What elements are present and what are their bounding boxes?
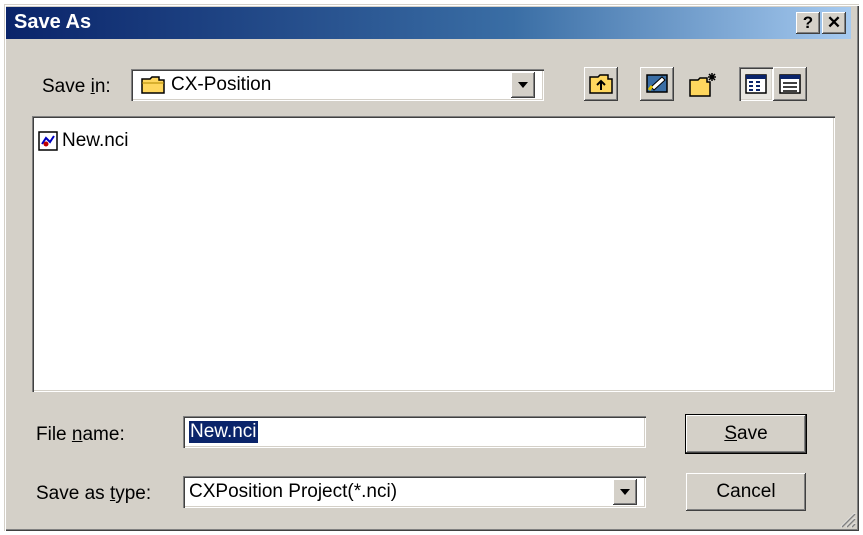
folder-icon bbox=[141, 76, 165, 94]
cancel-button[interactable]: Cancel bbox=[686, 473, 806, 511]
save-in-dropdown-button[interactable] bbox=[511, 72, 535, 98]
save-in-label: Save in: bbox=[42, 76, 111, 97]
save-button[interactable]: Save bbox=[686, 415, 806, 453]
new-folder-icon bbox=[689, 73, 716, 97]
up-folder-icon bbox=[589, 74, 613, 94]
up-folder-button[interactable] bbox=[584, 67, 618, 101]
help-button[interactable]: ? bbox=[796, 12, 820, 34]
file-name-input[interactable]: New.nci bbox=[183, 416, 646, 448]
new-folder-button[interactable] bbox=[684, 67, 718, 101]
desktop-icon bbox=[646, 74, 668, 93]
desktop-button[interactable] bbox=[640, 67, 674, 101]
file-name-value: New.nci bbox=[189, 421, 258, 443]
save-in-value: CX-Position bbox=[171, 74, 272, 95]
list-view-icon bbox=[745, 74, 767, 94]
details-view-icon bbox=[779, 74, 801, 94]
save-as-type-label: Save as type: bbox=[36, 483, 152, 504]
nci-file-icon bbox=[38, 131, 58, 151]
file-name-label: File name: bbox=[36, 424, 125, 445]
list-view-button[interactable] bbox=[739, 67, 773, 101]
resize-grip-icon[interactable] bbox=[838, 510, 856, 528]
save-as-type-dropdown[interactable]: CXPosition Project(*.nci) bbox=[183, 476, 646, 508]
file-name: New.nci bbox=[62, 130, 129, 151]
title-bar[interactable]: Save As ? ✕ bbox=[6, 7, 851, 39]
save-as-type-value: CXPosition Project(*.nci) bbox=[189, 481, 398, 502]
close-button[interactable]: ✕ bbox=[822, 12, 846, 34]
file-list[interactable]: New.nci bbox=[32, 116, 835, 392]
window-title: Save As bbox=[14, 11, 92, 33]
save-in-dropdown[interactable]: CX-Position bbox=[131, 69, 544, 101]
details-view-button[interactable] bbox=[773, 67, 807, 101]
save-as-type-dropdown-button[interactable] bbox=[613, 479, 637, 505]
